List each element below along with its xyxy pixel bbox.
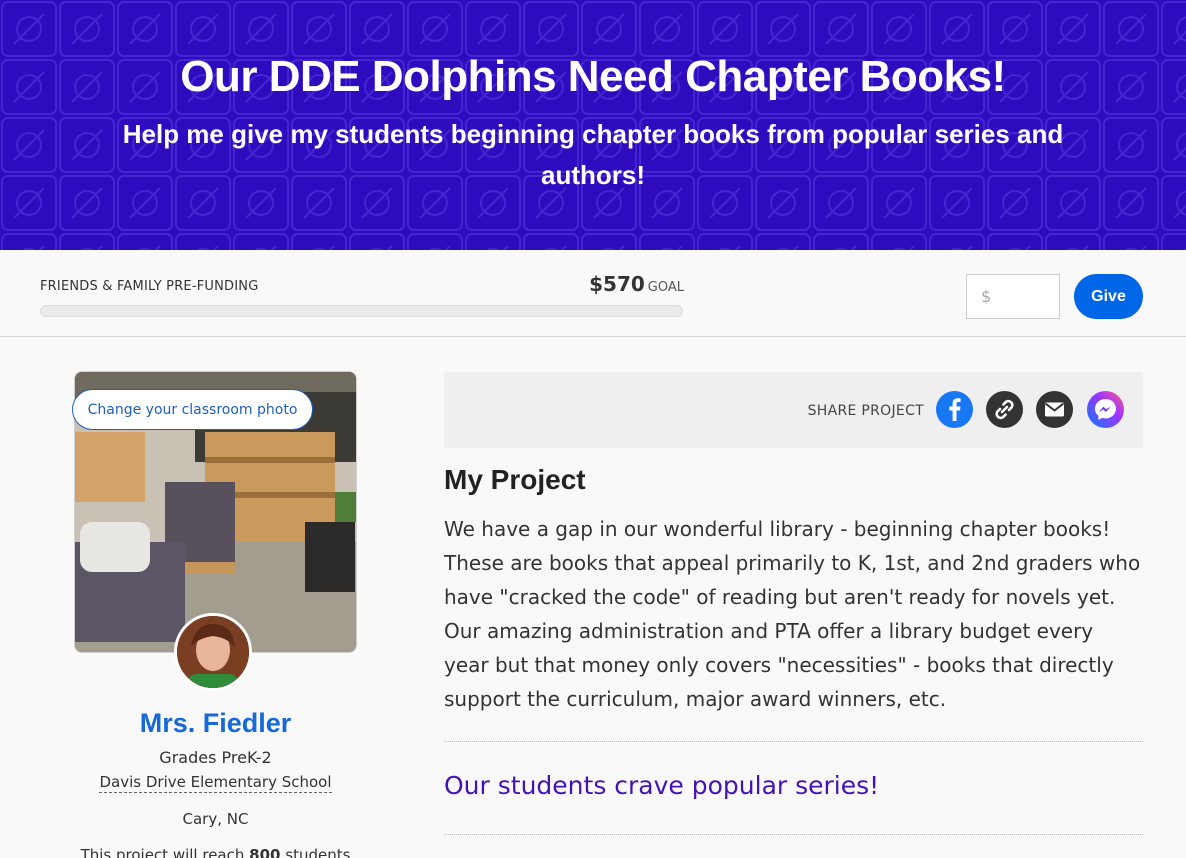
share-label: SHARE PROJECT (807, 403, 924, 419)
teacher-name[interactable]: Mrs. Fiedler (74, 708, 357, 739)
project-subheading: Our students crave popular series! (444, 771, 880, 800)
funding-progress-bar (40, 305, 683, 317)
email-icon[interactable] (1036, 391, 1073, 428)
project-subtitle: Help me give my students beginning chapt… (122, 119, 1064, 190)
goal-label: GOAL (647, 280, 684, 295)
section-divider (444, 741, 1143, 742)
change-classroom-photo-button[interactable]: Change your classroom photo (72, 389, 313, 430)
goal-amount: $570 (589, 272, 645, 296)
project-title: Our DDE Dolphins Need Chapter Books! (180, 52, 1006, 101)
reach-count: 800 (249, 846, 281, 858)
funding-bar: FRIENDS & FAMILY PRE-FUNDING $570GOAL Gi… (0, 250, 1186, 337)
share-project-bar: SHARE PROJECT (444, 372, 1143, 448)
project-hero: Our DDE Dolphins Need Chapter Books! Hel… (0, 0, 1186, 250)
teacher-avatar (174, 613, 252, 691)
teacher-grades: Grades PreK-2 (159, 748, 272, 767)
project-reach: This project will reach 800 students (74, 846, 357, 858)
funding-goal: $570 GOAL (589, 272, 684, 296)
messenger-icon[interactable] (1087, 391, 1124, 428)
school-link[interactable]: Davis Drive Elementary School (99, 773, 332, 793)
link-icon[interactable] (986, 391, 1023, 428)
funding-label: FRIENDS & FAMILY PRE-FUNDING (40, 279, 259, 294)
reach-prefix: This project will reach (80, 846, 245, 858)
give-button[interactable]: Give (1074, 274, 1143, 319)
section-divider (444, 834, 1143, 835)
project-heading: My Project (444, 464, 586, 495)
project-description: We have a gap in our wonderful library -… (444, 517, 1141, 711)
school-location: Cary, NC (182, 810, 249, 828)
facebook-icon[interactable] (936, 391, 973, 428)
reach-suffix: students (285, 846, 351, 858)
donation-amount-input[interactable] (966, 274, 1060, 319)
school-name: Davis Drive Elementary School (74, 772, 357, 793)
